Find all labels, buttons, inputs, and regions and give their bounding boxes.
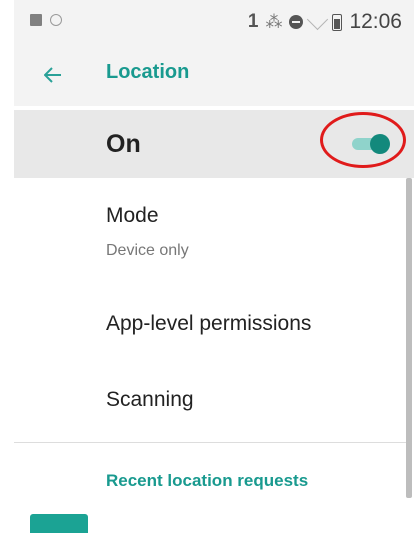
bluetooth-icon: ⁂ bbox=[265, 12, 283, 31]
status-bar: 1 ⁂ 12:06 bbox=[14, 0, 414, 44]
back-button[interactable] bbox=[38, 60, 68, 90]
scanning-title: Scanning bbox=[106, 388, 194, 411]
mode-summary: Device only bbox=[106, 242, 189, 259]
mode-setting[interactable]: Mode Device only bbox=[14, 180, 406, 275]
location-settings-screen: 1 ⁂ 12:06 Location On Mode Device only A… bbox=[0, 0, 414, 533]
circle-icon bbox=[50, 14, 62, 26]
do-not-disturb-icon bbox=[289, 15, 304, 29]
permissions-title: App-level permissions bbox=[106, 312, 312, 335]
sim-indicator: 1 bbox=[247, 11, 259, 32]
scrollbar[interactable] bbox=[406, 178, 412, 498]
app-level-permissions-setting[interactable]: App-level permissions bbox=[14, 280, 406, 360]
battery-icon bbox=[332, 13, 343, 31]
mode-title: Mode bbox=[106, 204, 159, 227]
app-bar: Location bbox=[14, 44, 414, 106]
section-divider bbox=[14, 442, 406, 443]
red-annotation-circle bbox=[320, 112, 406, 168]
status-bar-time: 12:06 bbox=[349, 10, 402, 33]
recent-location-requests-header: Recent location requests bbox=[106, 471, 309, 490]
page-title: Location bbox=[106, 61, 190, 83]
app-icon[interactable] bbox=[30, 514, 88, 533]
status-bar-system-icons: 1 ⁂ 12:06 bbox=[247, 8, 402, 34]
image-icon bbox=[30, 14, 42, 26]
wifi-icon bbox=[307, 8, 329, 30]
scanning-setting[interactable]: Scanning bbox=[14, 360, 406, 438]
arrow-left-icon bbox=[44, 67, 61, 83]
status-bar-notifications bbox=[30, 14, 62, 26]
master-switch-label: On bbox=[106, 130, 141, 158]
